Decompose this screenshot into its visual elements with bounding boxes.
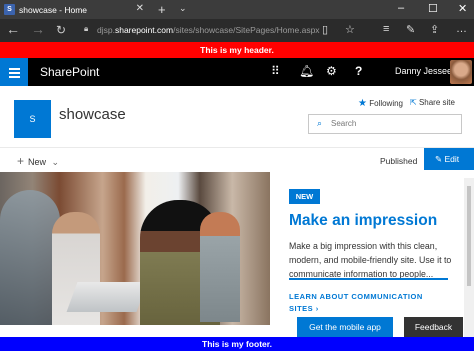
maximize-icon[interactable]: ☐ xyxy=(428,2,438,15)
suite-bar: SharePoint ⠿ 🔔︎ ⚙ ? Danny Jessee xyxy=(0,58,474,86)
chevron-down-icon: ⌄ xyxy=(51,157,60,167)
notifications-bell-icon[interactable]: 🔔︎ xyxy=(299,64,314,78)
window-close-icon[interactable]: ✕ xyxy=(458,2,467,15)
refresh-icon[interactable]: ↻ xyxy=(56,23,66,37)
favorite-star-icon[interactable]: ☆ xyxy=(345,23,355,36)
url-field[interactable]: djsp.sharepoint.com/sites/showcase/SiteP… xyxy=(97,25,320,35)
back-icon[interactable]: ← xyxy=(6,21,20,37)
notes-icon[interactable]: ✎ xyxy=(406,23,415,36)
sharepoint-favicon-icon: S xyxy=(4,4,15,15)
hero-title[interactable]: Make an impression xyxy=(289,212,437,230)
new-tab-icon[interactable]: + xyxy=(158,2,166,17)
more-icon[interactable]: … xyxy=(456,23,467,35)
edit-label: Edit xyxy=(444,154,460,164)
star-icon: ★ xyxy=(358,98,367,109)
lock-icon: 🔒︎ xyxy=(84,24,89,33)
hero-scrollbar[interactable] xyxy=(464,178,474,337)
user-name[interactable]: Danny Jessee xyxy=(395,66,452,76)
browser-tab-bar: S showcase - Home ✕ + ⌄ – ☐ ✕ xyxy=(0,0,474,19)
following-button[interactable]: ★ Following xyxy=(358,98,403,109)
following-label: Following xyxy=(369,99,403,108)
search-icon: ⌕ xyxy=(317,118,323,128)
chevron-right-icon: › xyxy=(315,304,319,313)
hero-image-gap xyxy=(0,325,196,337)
avatar[interactable] xyxy=(450,60,472,84)
search-input[interactable]: ⌕ Search xyxy=(308,114,462,134)
app-launcher-button[interactable] xyxy=(0,58,28,86)
share-site-button[interactable]: ⇱ Share site xyxy=(410,98,455,107)
plus-icon: + xyxy=(17,154,25,168)
edit-icon: ✎ xyxy=(435,154,443,164)
feedback-button[interactable]: Feedback xyxy=(404,317,463,337)
hero-image[interactable] xyxy=(0,172,270,325)
learn-more-link[interactable]: LEARN ABOUT COMMUNICATION SITES › xyxy=(289,291,449,315)
share-site-label: Share site xyxy=(418,98,455,107)
minimize-icon[interactable]: – xyxy=(398,2,404,14)
new-badge: NEW xyxy=(289,189,320,204)
tab-close-icon[interactable]: ✕ xyxy=(136,3,144,14)
suite-app-name[interactable]: SharePoint xyxy=(40,65,99,79)
tab-title: showcase - Home xyxy=(19,4,88,15)
custom-header-bar: This is my header. xyxy=(0,42,474,58)
custom-footer-bar: This is my footer. xyxy=(0,337,474,351)
new-button[interactable]: + New ⌄ xyxy=(17,154,59,168)
address-bar: ← → ↻ 🔒︎ djsp.sharepoint.com/sites/showc… xyxy=(0,19,474,42)
reading-view-icon[interactable]: ▯ xyxy=(322,23,328,36)
edit-button[interactable]: ✎ Edit xyxy=(424,148,474,170)
command-bar: + New ⌄ Published xyxy=(0,147,474,172)
share-icon: ⇱ xyxy=(410,98,417,107)
scrollbar-thumb[interactable] xyxy=(467,186,471,286)
learn-more-label: LEARN ABOUT COMMUNICATION SITES xyxy=(289,292,423,313)
waffle-grid-icon[interactable]: ⠿ xyxy=(271,64,280,78)
settings-gear-icon[interactable]: ⚙ xyxy=(326,64,337,78)
browser-tab[interactable]: S showcase - Home ✕ xyxy=(0,0,152,19)
site-title[interactable]: showcase xyxy=(59,106,126,123)
forward-icon: → xyxy=(31,21,45,37)
get-mobile-app-button[interactable]: Get the mobile app xyxy=(297,317,393,337)
help-icon[interactable]: ? xyxy=(355,64,362,78)
site-logo[interactable]: S xyxy=(14,100,51,138)
share-icon[interactable]: ⇪ xyxy=(430,23,439,36)
published-status: Published xyxy=(380,156,418,166)
new-label: New xyxy=(28,157,47,167)
hero-divider xyxy=(289,278,448,280)
hero-description: Make a big impression with this clean, m… xyxy=(289,241,452,279)
tab-list-chevron-icon[interactable]: ⌄ xyxy=(179,3,187,14)
hub-icon[interactable]: ≡ xyxy=(383,23,389,35)
search-placeholder: Search xyxy=(331,119,357,128)
